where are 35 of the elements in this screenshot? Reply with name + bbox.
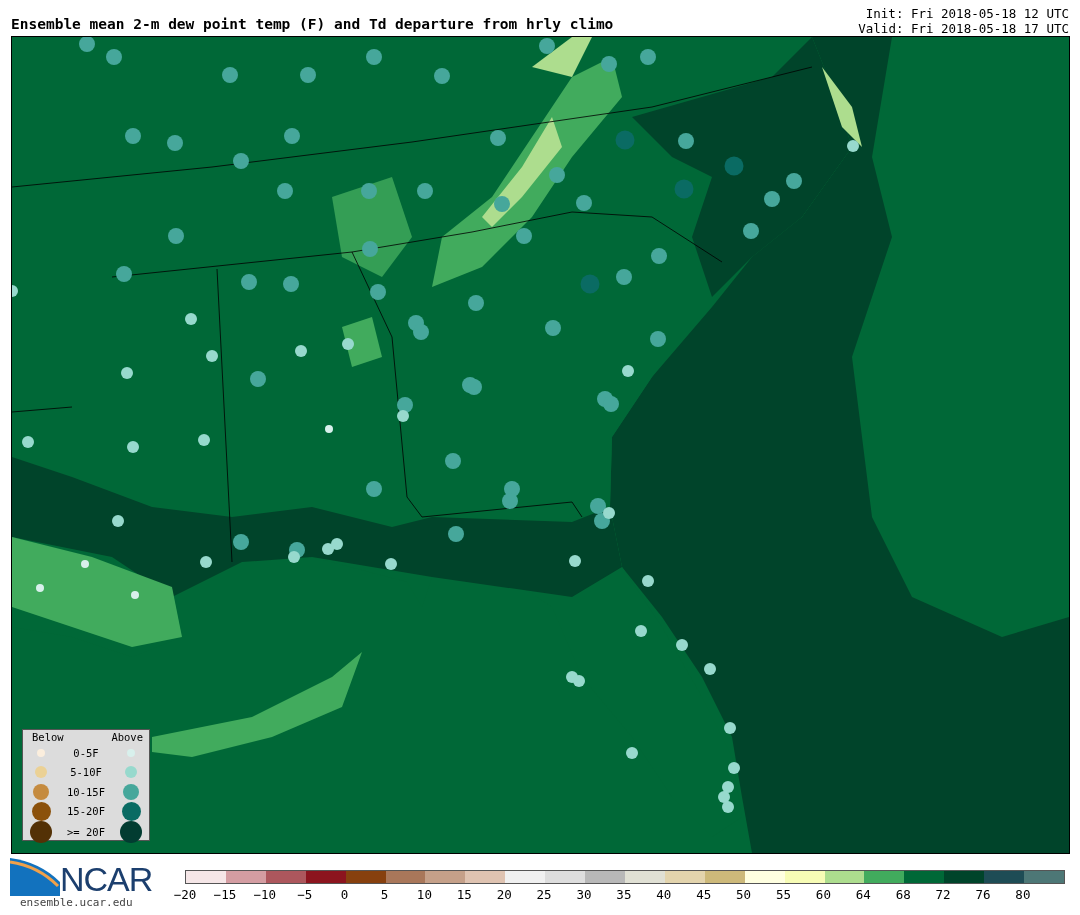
scale-tick-label: 76 xyxy=(975,887,991,902)
legend-label: >= 20F xyxy=(66,826,106,838)
scale-tick-label: 15 xyxy=(456,887,472,902)
scale-tick-label: 55 xyxy=(775,887,792,902)
legend-label: 0-5F xyxy=(72,746,100,759)
scale-tick-label: 68 xyxy=(895,887,911,902)
scale-tick-label: 80 xyxy=(1015,887,1031,902)
legend-label: 15-20F xyxy=(66,805,106,818)
scale-tick-label: 50 xyxy=(736,887,752,902)
scale-tick-label: 10 xyxy=(416,887,432,902)
scale-tick-label: −20 xyxy=(173,887,197,902)
scale-tick-label: 72 xyxy=(935,887,951,902)
chart-title: Ensemble mean 2-m dew point temp (F) and Td departure from hrly climo xyxy=(11,16,614,34)
logo-text: NCAR xyxy=(60,862,153,896)
scale-tick-label: −5 xyxy=(297,887,313,902)
scale-tick-label: −15 xyxy=(213,887,237,902)
scale-tick-label: 40 xyxy=(656,887,672,902)
website-url: ensemble.ucar.edu xyxy=(20,896,134,909)
legend-label: 10-15F xyxy=(66,785,106,798)
scale-tick-label: 64 xyxy=(855,887,871,902)
scale-tick-label: −10 xyxy=(253,887,277,902)
scale-tick-label: 45 xyxy=(696,887,712,902)
scale-tick-label: 30 xyxy=(576,887,592,902)
init-time: Init: Fri 2018-05-18 12 UTC xyxy=(864,6,1069,21)
legend-heading: Below xyxy=(32,731,64,743)
valid-time: Valid: Fri 2018-05-18 17 UTC xyxy=(858,21,1069,36)
scale-tick-label: 5 xyxy=(380,887,389,902)
scale-tick-label: 60 xyxy=(815,887,831,902)
scale-tick-label: 0 xyxy=(340,887,349,902)
scale-tick-label: 20 xyxy=(496,887,512,902)
scale-tick-label: 25 xyxy=(536,887,552,902)
scale-tick-label: 35 xyxy=(616,887,632,902)
logo-arc-icon xyxy=(10,858,60,896)
legend-heading: Above xyxy=(111,731,143,743)
legend-label: 5-10F xyxy=(69,766,103,779)
